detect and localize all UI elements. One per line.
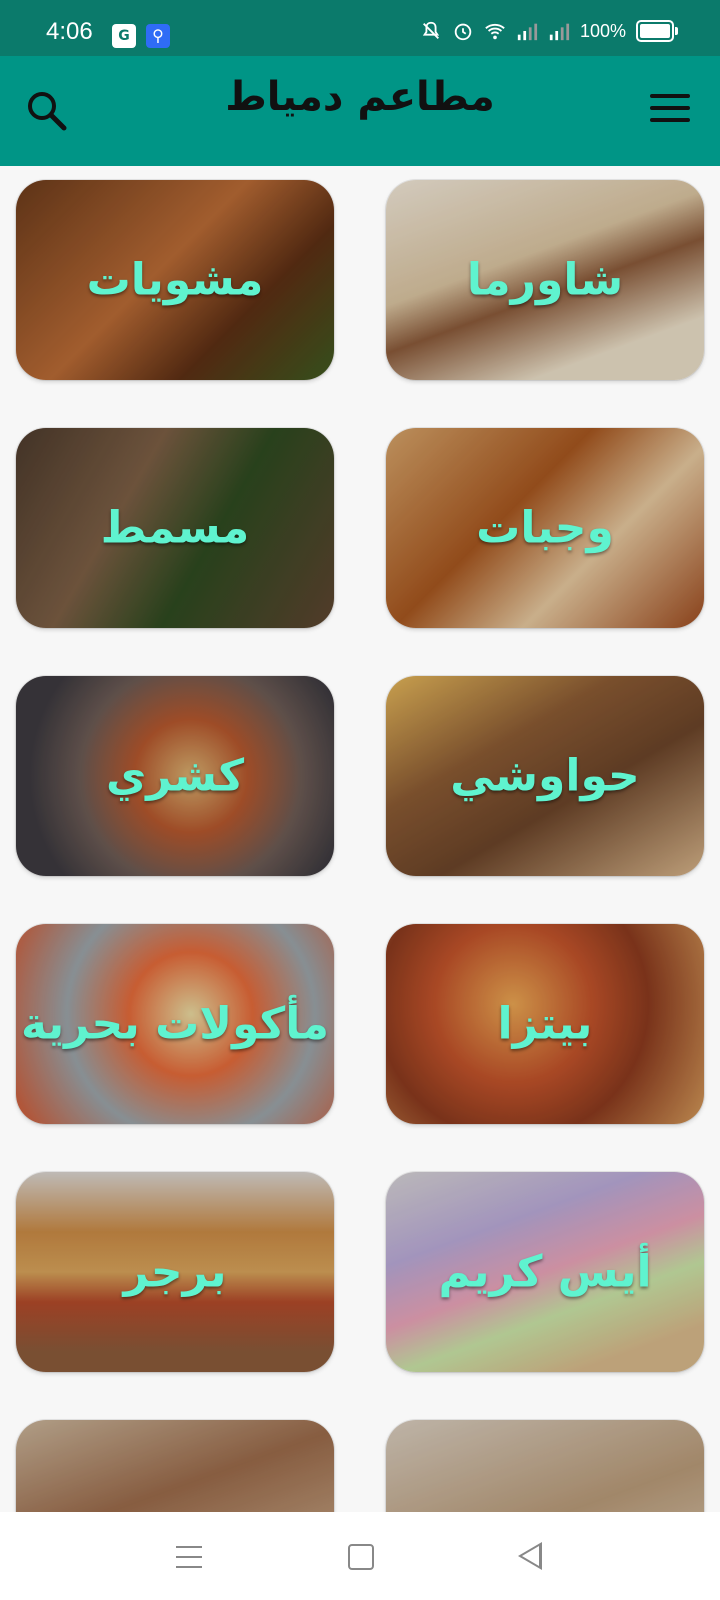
- category-label: برجر: [123, 1246, 227, 1298]
- menu-icon[interactable]: [176, 1546, 202, 1568]
- category-card-burger[interactable]: برجر: [16, 1172, 334, 1372]
- home-icon[interactable]: [348, 1544, 374, 1570]
- battery-icon: [636, 20, 678, 42]
- app-bar: مطاعم دمياط: [0, 56, 720, 166]
- category-card-offal[interactable]: مسمط: [16, 428, 334, 628]
- category-label: حواوشي: [450, 750, 640, 802]
- usb-icon: ⚲: [146, 24, 170, 48]
- category-card-meals[interactable]: وجبات: [386, 428, 704, 628]
- status-time: 4:06: [46, 18, 93, 45]
- category-card-seafood[interactable]: مأكولات بحرية: [16, 924, 334, 1124]
- system-nav-bar: [0, 1512, 720, 1600]
- category-label: وجبات: [476, 502, 614, 554]
- category-label: مشويات: [86, 254, 264, 306]
- category-label: أيس كريم: [438, 1246, 652, 1298]
- signal-icon: [549, 23, 570, 41]
- status-bar: 4:06 G ⚲ 100%: [0, 0, 720, 56]
- signal-icon: [517, 23, 538, 41]
- category-label: بيتزا: [497, 998, 593, 1050]
- category-card-hawawshi[interactable]: حواوشي: [386, 676, 704, 876]
- category-label: مسمط: [100, 502, 250, 554]
- battery-percent: 100%: [579, 20, 626, 41]
- back-icon[interactable]: [518, 1542, 542, 1570]
- translate-icon: G: [112, 24, 136, 48]
- category-grid: مشويات شاورما مسمط وجبات كشري حواوشي مأك…: [0, 166, 720, 1512]
- category-card-shawarma[interactable]: شاورما: [386, 180, 704, 380]
- category-card-ice-cream[interactable]: أيس كريم: [386, 1172, 704, 1372]
- alarm-icon: [454, 23, 472, 41]
- category-card[interactable]: [16, 1420, 334, 1512]
- page-title: مطاعم دمياط: [225, 74, 495, 120]
- category-label: شاورما: [466, 254, 624, 306]
- category-label: مأكولات بحرية: [20, 998, 330, 1050]
- category-card-koshari[interactable]: كشري: [16, 676, 334, 876]
- wifi-icon: [485, 23, 505, 40]
- mute-icon: [422, 21, 440, 39]
- category-label: كشري: [105, 750, 245, 802]
- status-right-icons: 100%: [420, 20, 678, 42]
- category-card-pizza[interactable]: بيتزا: [386, 924, 704, 1124]
- category-card[interactable]: [386, 1420, 704, 1512]
- menu-icon[interactable]: [650, 94, 690, 126]
- category-card-grills[interactable]: مشويات: [16, 180, 334, 380]
